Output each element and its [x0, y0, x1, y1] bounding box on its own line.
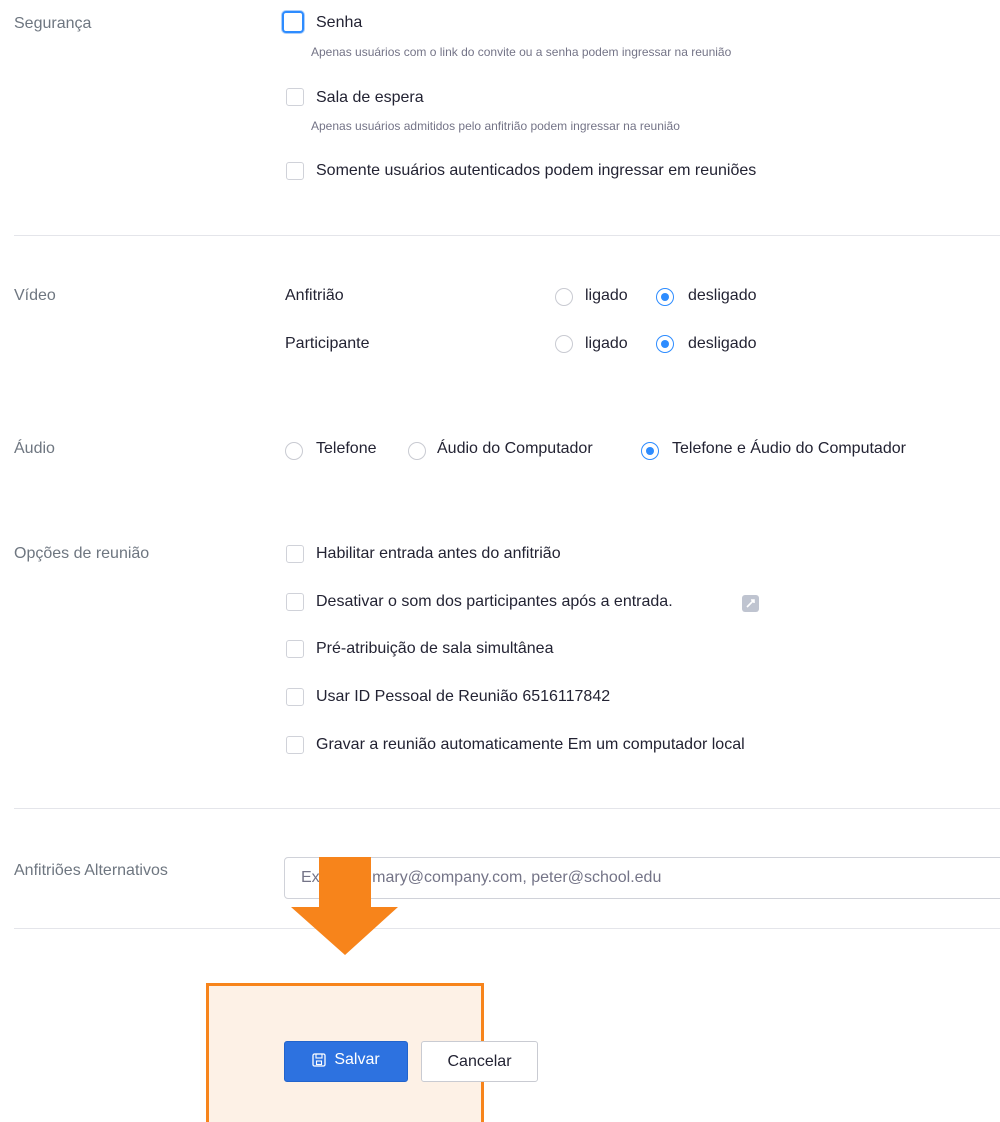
arrow-down-icon [291, 857, 398, 955]
video-participant-on-label: ligado [585, 335, 628, 352]
security-section-label: Segurança [14, 15, 92, 32]
cancel-button[interactable]: Cancelar [421, 1041, 538, 1082]
breakout-preassign-label: Pré-atribuição de sala simultânea [316, 640, 554, 657]
personal-meeting-id-checkbox[interactable] [286, 688, 304, 706]
video-participant-on-radio[interactable] [555, 335, 573, 353]
auto-record-label: Gravar a reunião automaticamente Em um c… [316, 736, 745, 753]
info-icon-glyph [746, 599, 755, 608]
join-before-host-checkbox[interactable] [286, 545, 304, 563]
personal-meeting-id-label: Usar ID Pessoal de Reunião 6516117842 [316, 688, 611, 705]
video-host-label: Anfitrião [285, 287, 344, 304]
password-description: Apenas usuários com o link do convite ou… [311, 45, 732, 59]
auto-record-checkbox[interactable] [286, 736, 304, 754]
video-participant-off-radio[interactable] [656, 335, 674, 353]
meeting-options-section-label: Opções de reunião [14, 545, 150, 562]
audio-both-radio[interactable] [641, 442, 659, 460]
video-host-on-radio[interactable] [555, 288, 573, 306]
video-participant-label: Participante [285, 335, 370, 352]
audio-telephone-label: Telefone [316, 440, 377, 457]
mute-on-entry-checkbox[interactable] [286, 593, 304, 611]
waiting-room-label: Sala de espera [316, 89, 424, 106]
password-checkbox[interactable] [282, 11, 304, 33]
audio-both-label: Telefone e Áudio do Computador [672, 440, 906, 457]
mute-on-entry-label: Desativar o som dos participantes após a… [316, 593, 673, 610]
breakout-preassign-checkbox[interactable] [286, 640, 304, 658]
divider [14, 235, 1000, 236]
audio-computer-radio[interactable] [408, 442, 426, 460]
audio-telephone-radio[interactable] [285, 442, 303, 460]
password-label: Senha [316, 14, 363, 31]
auth-only-label: Somente usuários autenticados podem ingr… [316, 162, 757, 179]
video-host-on-label: ligado [585, 287, 628, 304]
alternative-hosts-section-label: Anfitriões Alternativos [14, 862, 168, 879]
save-button-label: Salvar [334, 1051, 380, 1068]
audio-section-label: Áudio [14, 440, 55, 457]
floppy-disk-icon [312, 1053, 326, 1067]
divider [14, 808, 1000, 809]
divider [14, 928, 1000, 929]
join-before-host-label: Habilitar entrada antes do anfitrião [316, 545, 561, 562]
video-host-off-label: desligado [688, 287, 757, 304]
waiting-room-checkbox[interactable] [286, 88, 304, 106]
auth-only-checkbox[interactable] [286, 162, 304, 180]
video-participant-off-label: desligado [688, 335, 757, 352]
audio-computer-label: Áudio do Computador [437, 440, 593, 457]
waiting-room-description: Apenas usuários admitidos pelo anfitrião… [311, 119, 680, 133]
info-icon[interactable] [742, 595, 759, 612]
video-host-off-radio[interactable] [656, 288, 674, 306]
save-button-content: Salvar [312, 1051, 380, 1069]
save-button[interactable]: Salvar [284, 1041, 408, 1082]
video-section-label: Vídeo [14, 287, 56, 304]
